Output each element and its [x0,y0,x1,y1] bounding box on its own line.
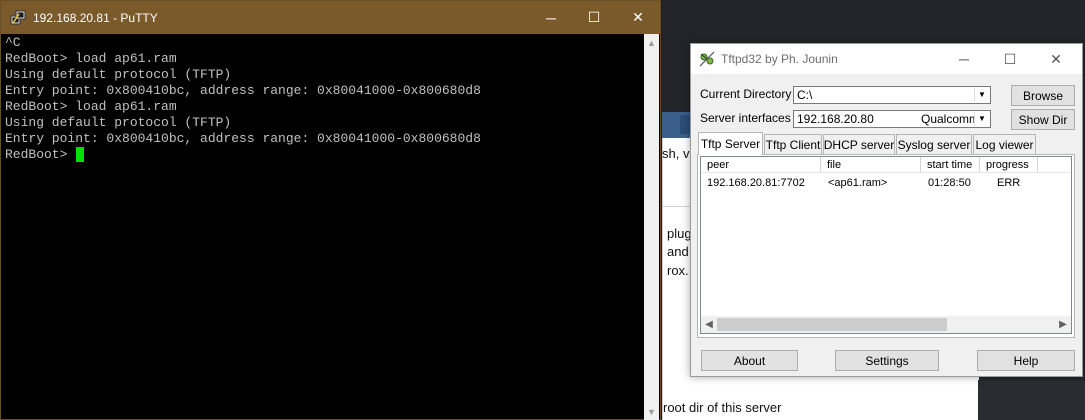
putty-titlebar[interactable]: 192.168.20.81 - PuTTY ─ ☐ ✕ [1,1,660,34]
tab-syslog-server[interactable]: Syslog server [896,134,972,154]
column-header-progress[interactable]: progress [980,157,1038,173]
maximize-button[interactable]: ☐ [571,1,617,34]
column-header-file[interactable]: file [821,157,921,173]
minimize-button[interactable]: ─ [941,44,987,74]
current-directory-select[interactable]: C:\ ▼ [793,86,991,104]
terminal-area[interactable]: ^C RedBoot> load ap61.ram Using default … [3,35,648,419]
peer-cell: 192.168.20.81:7702 [707,177,805,189]
column-header-peer[interactable]: peer [701,157,821,173]
transfer-list[interactable]: peer file start time progress 192.168.20… [700,156,1072,334]
close-button[interactable]: ✕ [615,1,661,34]
background-sidebar [978,380,1085,420]
server-interfaces-label: Server interfaces [700,111,791,125]
terminal-cursor [76,147,85,162]
background-separator [662,206,692,207]
current-directory-label: Current Directory [700,87,792,101]
vertical-scrollbar[interactable]: ▲ ▼ [644,34,659,420]
column-header-empty [1038,157,1071,173]
terminal-line: Entry point: 0x800410bc, address range: … [5,131,481,146]
settings-button[interactable]: Settings [835,350,939,371]
scroll-right-icon[interactable]: ▶ [1055,316,1071,333]
window-title: Tftpd32 by Ph. Jounin [721,52,838,66]
putty-app-icon [10,10,26,25]
server-interface-ip: 192.168.20.80 [797,112,874,126]
background-text-fragment: rox. [667,263,689,278]
file-cell: <ap61.ram> [828,177,888,189]
about-button[interactable]: About [701,350,798,371]
start-time-cell: 01:28:50 [928,177,971,189]
terminal-prompt-line: RedBoot> [5,147,648,163]
window-title: 192.168.20.81 - PuTTY [33,11,158,25]
tftpd-app-icon [699,51,715,67]
terminal-line: Using default protocol (TFTP) [5,115,232,130]
browse-button[interactable]: Browse [1011,85,1075,106]
progress-cell: ERR [997,177,1021,189]
show-dir-button[interactable]: Show Dir [1011,109,1075,130]
help-button[interactable]: Help [977,350,1075,371]
tftpd32-window: Tftpd32 by Ph. Jounin ─ ☐ ✕ Current Dire… [690,43,1083,377]
terminal-line: RedBoot> load ap61.ram [5,51,177,66]
tab-tftp-client[interactable]: Tftp Client [764,134,822,154]
scroll-down-icon[interactable]: ▼ [644,403,659,420]
terminal-prompt: RedBoot> [5,147,76,162]
maximize-button[interactable]: ☐ [987,44,1033,74]
scroll-left-icon[interactable]: ◀ [701,316,717,333]
current-directory-value: C:\ [797,88,813,102]
background-text-fragment: plug [667,226,692,241]
putty-window: 192.168.20.81 - PuTTY ─ ☐ ✕ ^C RedBoot> … [0,0,661,420]
scrollbar-thumb[interactable] [717,318,947,331]
server-interfaces-select[interactable]: 192.168.20.80 Qualcomm ▼ [793,110,991,128]
terminal-line: ^C [5,35,21,50]
terminal-line: Entry point: 0x800410bc, address range: … [5,83,481,98]
server-interface-name: Qualcomm [921,112,980,126]
horizontal-scrollbar[interactable]: ◀ ▶ [701,316,1071,333]
minimize-button[interactable]: ─ [528,1,574,34]
scroll-up-icon[interactable]: ▲ [644,34,659,51]
background-text-fragment: root dir of this server [663,400,782,415]
terminal-line: Using default protocol (TFTP) [5,67,232,82]
tab-log-viewer[interactable]: Log viewer [973,134,1036,154]
terminal-line: RedBoot> load ap61.ram [5,99,177,114]
close-button[interactable]: ✕ [1033,44,1079,74]
background-text-fragment: sh, v [662,146,690,161]
tftpd-titlebar[interactable]: Tftpd32 by Ph. Jounin ─ ☐ ✕ [691,44,1082,74]
background-text-fragment: and [667,244,689,259]
tab-tftp-server[interactable]: Tftp Server [698,132,763,155]
chevron-down-icon[interactable]: ▼ [974,88,989,102]
chevron-down-icon[interactable]: ▼ [974,112,989,126]
column-header-start-time[interactable]: start time [921,157,980,173]
tab-dhcp-server[interactable]: DHCP server [823,134,895,154]
